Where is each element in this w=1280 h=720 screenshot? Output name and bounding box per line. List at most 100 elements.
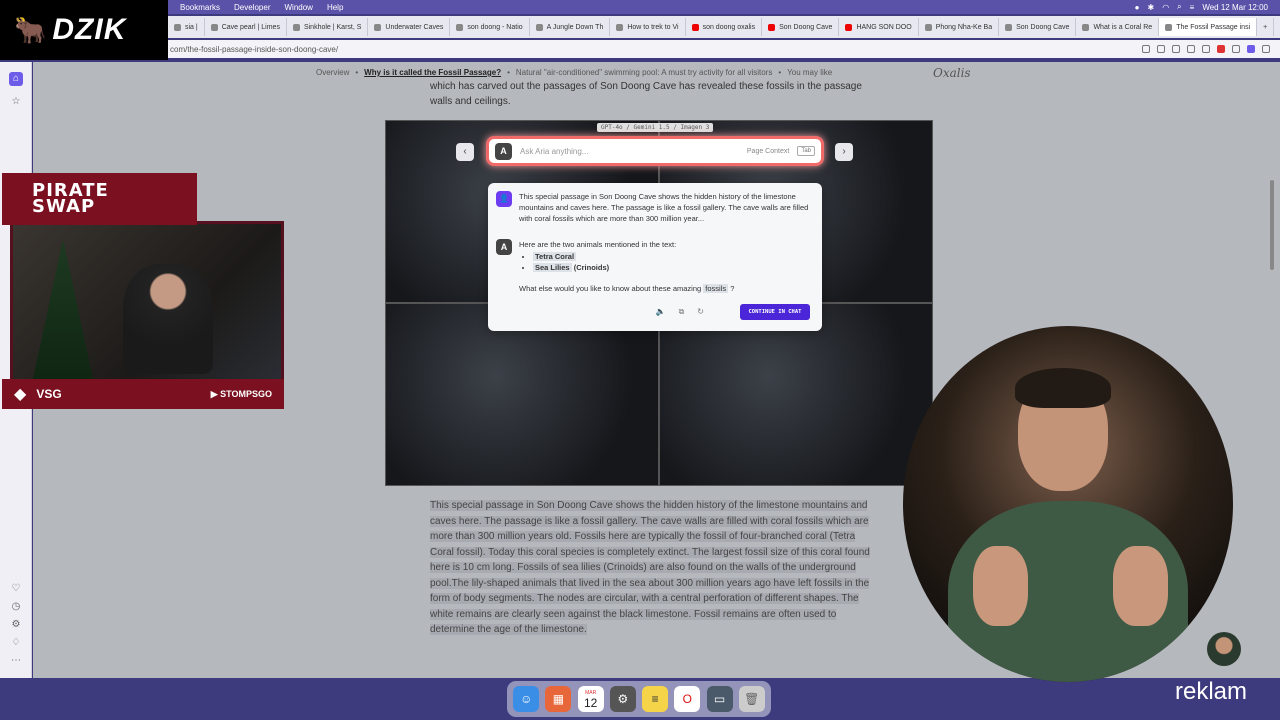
youtube-icon	[845, 23, 853, 31]
calendar-icon[interactable]: MAR 12	[577, 686, 604, 712]
settings-icon[interactable]	[1262, 45, 1270, 53]
user-avatar-icon: 👤	[496, 191, 512, 207]
page-context-label[interactable]: Page Context	[747, 148, 789, 155]
bluetooth-icon[interactable]: ✱	[1147, 3, 1154, 12]
menu-window[interactable]: Window	[284, 3, 312, 12]
gear-icon[interactable]: ⚙	[9, 618, 23, 632]
address-bar[interactable]: com/the-fossil-passage-inside-son-doong-…	[168, 40, 1280, 58]
camera-icon[interactable]	[1172, 45, 1180, 53]
webcam-overlay: PIRATE SWAP ◆ VSG ▶ STOMPSGO	[2, 173, 284, 409]
tab-active[interactable]: The Fossil Passage insi	[1159, 18, 1258, 36]
user-message-text: This special passage in Son Doong Cave s…	[519, 192, 809, 223]
youtube-icon	[768, 23, 776, 31]
site-logo[interactable]: Oxalis	[933, 66, 971, 80]
star-icon[interactable]: ☆	[9, 95, 23, 109]
breadcrumb-item[interactable]: Overview	[316, 68, 349, 77]
separator: •	[507, 68, 510, 77]
webcam-footer: ◆ VSG ▶ STOMPSGO	[2, 379, 284, 409]
menu-bookmarks[interactable]: Bookmarks	[180, 3, 220, 12]
menu-list: Bookmarks Developer Window Help	[180, 3, 343, 12]
list-item: Sea Lilies (Crinoids)	[533, 262, 734, 273]
scrollbar[interactable]	[1270, 180, 1274, 270]
opera-icon[interactable]: O	[674, 686, 701, 712]
sidebar-icon[interactable]	[1142, 45, 1150, 53]
wallet-icon[interactable]	[1232, 45, 1240, 53]
prev-button[interactable]: ‹	[456, 143, 474, 161]
breadcrumb-item[interactable]: Natural "air-conditioned" swimming pool:…	[516, 68, 772, 77]
copy-icon[interactable]: ⧉	[679, 307, 685, 317]
home-icon[interactable]: ⌂	[9, 72, 23, 86]
heart-icon[interactable]: ♡	[9, 582, 23, 596]
tab[interactable]: A Jungle Down Th	[530, 18, 611, 36]
tab[interactable]: What is a Coral Re	[1076, 18, 1160, 36]
tab[interactable]: Cave pearl | Limes	[205, 18, 287, 36]
aria-chat-panel: 👤 This special passage in Son Doong Cave…	[488, 183, 822, 331]
assistant-message: A Here are the two animals mentioned in …	[496, 239, 734, 294]
lightbulb-icon[interactable]: ♢	[9, 636, 23, 650]
tab[interactable]: Underwater Caves	[368, 18, 451, 36]
launchpad-icon[interactable]: ▦	[545, 686, 572, 712]
favicon-icon	[174, 23, 181, 31]
favicon-icon	[1165, 23, 1173, 31]
tab[interactable]: Phong Nha-Ke Ba	[919, 18, 1000, 36]
shield-icon[interactable]	[1187, 45, 1195, 53]
favicon-icon	[374, 23, 382, 31]
favicon-icon	[1082, 23, 1090, 31]
aria-input[interactable]: Ask Aria anything...	[520, 147, 739, 156]
tab-key-hint: Tab	[797, 146, 815, 156]
menu-help[interactable]: Help	[327, 3, 343, 12]
notes-icon[interactable]: ≡	[642, 686, 669, 712]
heart-icon[interactable]	[1217, 45, 1225, 53]
refresh-icon[interactable]: ↻	[697, 307, 704, 317]
speaker-icon[interactable]: 🔈	[656, 307, 666, 317]
continue-in-chat-button[interactable]: CONTINUE IN CHAT	[740, 304, 810, 320]
sponsor-banner: PIRATE SWAP	[2, 173, 197, 225]
play-icon[interactable]	[1202, 45, 1210, 53]
trash-icon[interactable]: 🗑	[738, 686, 765, 712]
animal-name[interactable]: Tetra Coral	[533, 252, 577, 261]
dock: ☺ ▦ MAR 12 ⚙ ≡ O ▭ 🗑	[507, 681, 771, 717]
favicon-icon	[616, 23, 624, 31]
profile-avatar[interactable]	[1207, 632, 1241, 666]
highlighted-term[interactable]: fossils	[703, 284, 729, 293]
wifi-icon[interactable]: ◠	[1162, 3, 1169, 12]
tab[interactable]: son doong - Natio	[450, 18, 530, 36]
animal-name[interactable]: Sea Lilies	[533, 263, 572, 272]
brand-name: DZIK	[52, 13, 127, 46]
aria-logo-icon: A	[496, 239, 512, 255]
highlighted-text[interactable]: This special passage in Son Doong Cave s…	[430, 500, 870, 635]
finder-icon[interactable]: ☺	[513, 686, 540, 712]
preview-icon[interactable]: ▭	[706, 686, 733, 712]
tab[interactable]: son doong oxalis	[686, 18, 763, 36]
user-message: 👤 This special passage in Son Doong Cave…	[496, 191, 811, 224]
answer-intro: Here are the two animals mentioned in th…	[519, 240, 677, 249]
history-icon[interactable]: ◷	[9, 600, 23, 614]
record-icon[interactable]: ●	[1135, 3, 1140, 12]
tab[interactable]: Son Doong Cave	[999, 18, 1077, 36]
aria-icon[interactable]	[1247, 45, 1255, 53]
control-center-icon[interactable]: ≡	[1190, 3, 1195, 12]
breadcrumb-current[interactable]: Why is it called the Fossil Passage?	[364, 68, 501, 77]
tab[interactable]: sia |	[168, 18, 205, 36]
tab[interactable]: Son Doong Cave	[762, 18, 840, 36]
separator: •	[778, 68, 782, 77]
aria-input-box[interactable]: A Ask Aria anything... Page Context Tab	[486, 136, 824, 166]
edit-icon[interactable]	[1157, 45, 1165, 53]
clock[interactable]: Wed 12 Mar 12:00	[1202, 3, 1268, 12]
tab[interactable]: Sinkhole | Karst, S	[287, 18, 369, 36]
new-tab-button[interactable]: +	[1257, 18, 1275, 36]
settings-icon[interactable]: ⚙	[609, 686, 636, 712]
breadcrumb: Overview • Why is it called the Fossil P…	[316, 68, 832, 77]
menu-developer[interactable]: Developer	[234, 3, 270, 12]
tab[interactable]: HANG SON DOO	[839, 18, 919, 36]
breadcrumb-item[interactable]: You may like	[787, 68, 832, 77]
animal-list: Tetra Coral Sea Lilies (Crinoids)	[533, 251, 734, 273]
youtube-icon	[691, 23, 699, 31]
tab[interactable]: How to trek to Vi	[610, 18, 686, 36]
url-text[interactable]: com/the-fossil-passage-inside-son-doong-…	[170, 45, 338, 54]
search-icon[interactable]: ⌕	[1177, 2, 1181, 12]
sponsor-line2: SWAP	[32, 196, 96, 217]
more-icon[interactable]: ⋯	[9, 654, 23, 668]
next-button[interactable]: ›	[835, 143, 853, 161]
bull-icon: 🐂	[14, 14, 47, 45]
